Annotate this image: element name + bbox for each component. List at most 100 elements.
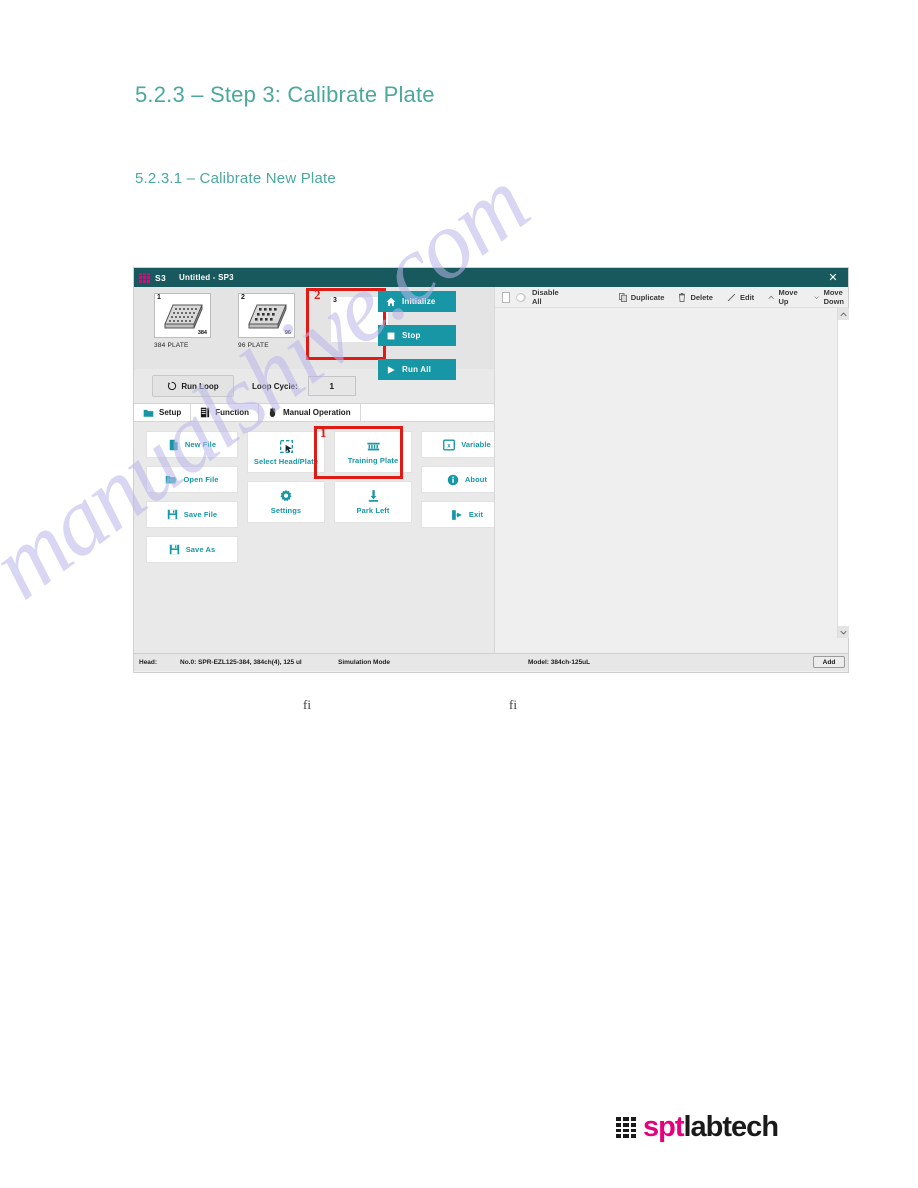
edit-label: Edit: [739, 292, 755, 302]
function-button-grid: New File Open File Save File Save As Sel…: [146, 431, 513, 563]
save-file-label: Save File: [183, 510, 218, 519]
scroll-down-button[interactable]: [838, 626, 849, 638]
duplicate-button[interactable]: Duplicate: [618, 292, 665, 302]
plate-index-label: 2: [241, 294, 245, 301]
brand-first: spt: [643, 1111, 684, 1143]
stray-ligature-left: fi: [303, 697, 311, 712]
move-up-button[interactable]: Move Up: [768, 288, 800, 306]
park-arrow-icon: [368, 490, 378, 502]
save-as-button[interactable]: Save As: [146, 536, 238, 563]
dot-grid-icon: [139, 272, 150, 283]
scrollbar-track[interactable]: [838, 320, 849, 626]
scroll-up-button[interactable]: [838, 308, 849, 320]
select-head-plate-label: Select Head/Plate: [253, 456, 319, 466]
delete-button[interactable]: Delete: [678, 292, 713, 302]
head-label: Head:: [139, 659, 158, 666]
plate-thumbnail[interactable]: 1 384: [154, 293, 211, 338]
move-down-button[interactable]: Move Down: [814, 288, 848, 306]
pencil-icon: [727, 293, 736, 301]
annotation-number-2: 2: [314, 287, 321, 302]
select-all-checkbox[interactable]: [502, 291, 510, 303]
app-name-label: S3: [155, 272, 166, 283]
application-window: S3 Untitled - SP3 ✕ 1 384 384 PLATE 2 96…: [134, 268, 849, 672]
training-plate-button[interactable]: Training Plate: [334, 431, 412, 473]
function-column-3: Training Plate Park Left: [334, 431, 412, 563]
head-value: No.0: SPR-EZL125-384, 384ch(4), 125 ul: [180, 659, 302, 666]
park-left-label: Park Left: [356, 506, 390, 515]
new-file-button[interactable]: New File: [146, 431, 238, 458]
info-circle-icon: [447, 474, 459, 485]
chevron-up-icon: [840, 311, 847, 316]
function-column-1: New File Open File Save File Save As: [146, 431, 238, 563]
settings-label: Settings: [270, 506, 302, 515]
disable-all-toggle[interactable]: [515, 292, 527, 302]
stop-button[interactable]: Stop: [378, 325, 456, 346]
folder-icon: [143, 409, 154, 417]
plate-caption: 384 PLATE: [154, 342, 189, 349]
plate-index-label: 3: [333, 297, 337, 304]
close-icon[interactable]: ✕: [818, 268, 848, 287]
variable-box-icon: x: [443, 439, 456, 450]
gear-icon: [280, 489, 292, 502]
sequence-list[interactable]: [495, 308, 849, 638]
hand-icon: [269, 407, 276, 418]
tab-setup-label: Setup: [159, 408, 182, 417]
refresh-circle-icon: [168, 381, 177, 391]
tab-function[interactable]: Function: [191, 404, 260, 421]
plate-caption: 96 PLATE: [238, 342, 269, 349]
duplicate-label: Duplicate: [630, 292, 665, 302]
tab-manual-operation[interactable]: Manual Operation: [259, 404, 361, 421]
plate-slot-2[interactable]: 2 96 96 PLATE: [238, 293, 308, 349]
tab-setup[interactable]: Setup: [134, 404, 192, 421]
initialize-label: Initialize: [402, 297, 436, 306]
chevron-down-icon: [814, 295, 820, 299]
plate-thumbnail[interactable]: 2 96: [238, 293, 295, 338]
list-document-icon: [201, 407, 210, 418]
run-loop-button[interactable]: Run Loop: [152, 375, 234, 397]
select-head-plate-button[interactable]: Select Head/Plate: [247, 431, 325, 473]
plate-index-label: 1: [157, 294, 161, 301]
chevron-down-icon: [840, 630, 847, 635]
save-file-button[interactable]: Save File: [146, 501, 238, 528]
disable-all-label: Disable All: [532, 288, 559, 306]
mode-label: Simulation Mode: [338, 659, 390, 666]
loop-cycle-value: 1: [329, 381, 335, 391]
plate-count-label: 384: [197, 330, 207, 336]
plate-count-label: 96: [284, 330, 291, 336]
window-body: 1 384 384 PLATE 2 96 96 PLATE 3 2 Initia…: [134, 287, 849, 669]
plate-rack-icon: [366, 442, 380, 450]
open-folder-icon: [166, 475, 178, 484]
function-column-2: Select Head/Plate Settings: [247, 431, 325, 563]
window-titlebar: S3 Untitled - SP3 ✕: [134, 268, 848, 287]
floppy-disk-icon: [169, 544, 179, 555]
tab-bar: Setup Function Manual Operation: [134, 403, 494, 422]
delete-label: Delete: [690, 292, 713, 302]
park-left-button[interactable]: Park Left: [334, 481, 412, 523]
stop-label: Stop: [402, 331, 421, 340]
move-up-label: Move Up: [778, 288, 798, 306]
brand-wordmark: sptlabtech: [643, 1111, 780, 1143]
settings-button[interactable]: Settings: [247, 481, 325, 523]
run-all-button[interactable]: Run All: [378, 359, 456, 380]
new-file-icon: [169, 439, 178, 450]
initialize-button[interactable]: Initialize: [378, 291, 456, 312]
annotation-number-1: 1: [320, 425, 327, 440]
brand-second: labtech: [683, 1111, 780, 1143]
trash-icon: [679, 292, 686, 302]
run-all-label: Run All: [402, 365, 432, 374]
save-as-label: Save As: [185, 545, 216, 554]
about-label: About: [464, 475, 488, 484]
plate-strip: 1 384 384 PLATE 2 96 96 PLATE 3 2 Initia…: [134, 287, 494, 380]
stray-ligature-right: fi: [509, 697, 517, 712]
open-file-button[interactable]: Open File: [146, 466, 238, 493]
loop-cycle-label: Loop Cycle:: [252, 381, 298, 391]
edit-button[interactable]: Edit: [727, 293, 754, 302]
function-button-area: New File Open File Save File Save As Sel…: [134, 422, 513, 669]
right-pane: Disable All Duplicate Delete Edit Move U…: [494, 287, 849, 653]
vertical-scrollbar[interactable]: [837, 308, 849, 638]
add-button[interactable]: Add: [813, 656, 845, 668]
plate-slot-1[interactable]: 1 384 384 PLATE: [154, 293, 224, 349]
loop-cycle-input[interactable]: 1: [307, 376, 356, 396]
cursor-select-icon: [279, 439, 293, 453]
variable-label: Variable: [461, 440, 491, 449]
